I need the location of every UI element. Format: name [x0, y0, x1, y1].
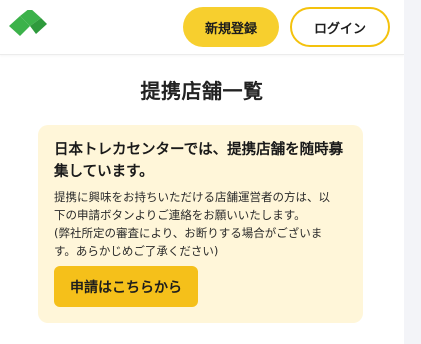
notice-body-line: す。あらかじめご了承ください) [54, 244, 219, 258]
notice-heading: 日本トレカセンターでは、提携店舗を随時募 集しています。 [54, 139, 347, 183]
notice-body-line: (弊社所定の審査により、お断りする場合がございま [54, 226, 323, 240]
register-button[interactable]: 新規登録 [183, 7, 279, 47]
notice-heading-line: 集しています。 [54, 164, 154, 180]
site-header: 新規登録 ログイン [0, 0, 404, 55]
partner-recruitment-notice: 日本トレカセンターでは、提携店舗を随時募 集しています。 提携に興味をお持ちいた… [38, 125, 363, 323]
scrollbar-track[interactable] [404, 0, 421, 344]
page: 新規登録 ログイン 提携店舗一覧 日本トレカセンターでは、提携店舗を随時募 集し… [0, 0, 404, 344]
login-button[interactable]: ログイン [290, 7, 390, 47]
notice-body: 提携に興味をお持ちいただける店舗運営者の方は、以 下の申請ボタンよりご連絡をお願… [54, 188, 347, 260]
apply-button[interactable]: 申請はこちらから [54, 266, 198, 307]
green-diamond-logo-icon[interactable] [8, 10, 48, 40]
notice-heading-line: 日本トレカセンターでは、提携店舗を随時募 [54, 142, 344, 158]
page-title: 提携店舗一覧 [140, 79, 264, 103]
notice-body-line: 下の申請ボタンよりご連絡をお願いいたします。 [54, 208, 306, 222]
notice-body-line: 提携に興味をお持ちいただける店舗運営者の方は、以 [54, 190, 330, 204]
